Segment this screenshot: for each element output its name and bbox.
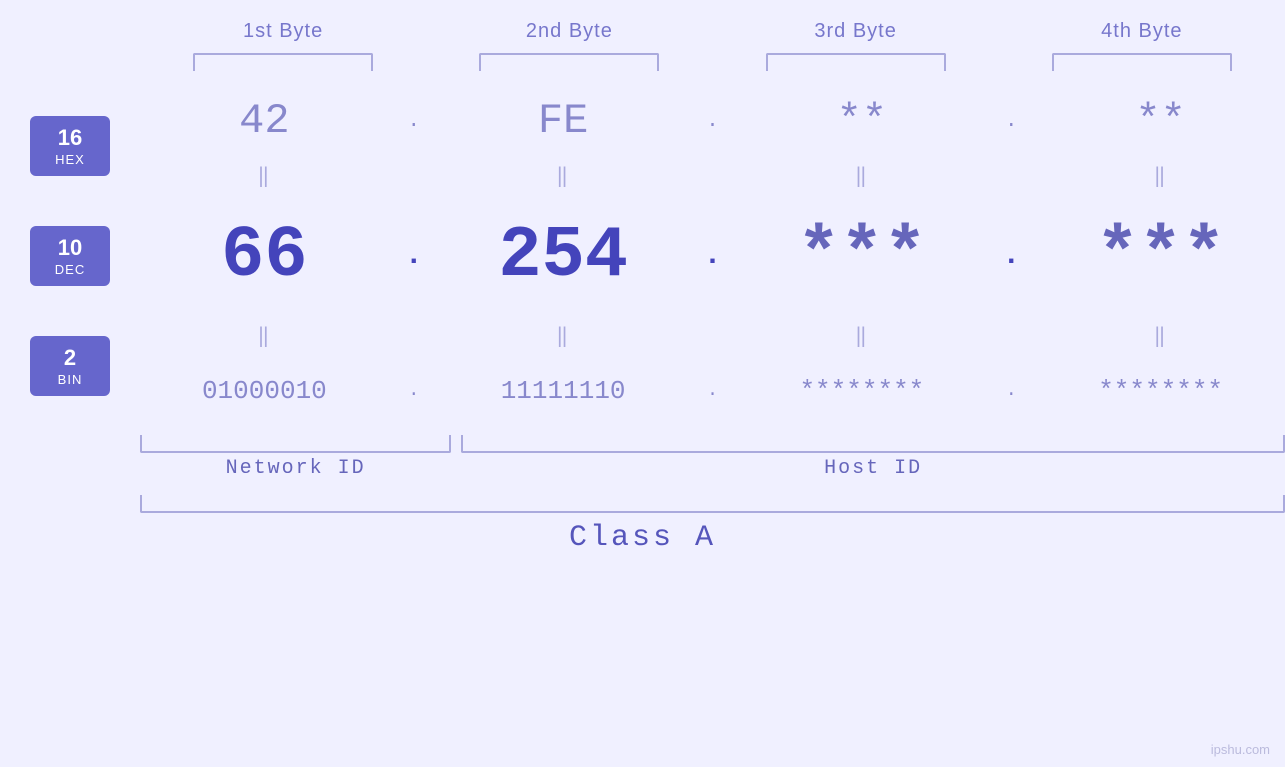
dec-dot-3: . xyxy=(986,239,1036,273)
bin-b2-cell: 11111110 xyxy=(439,376,688,406)
bin-badge: 2 BIN xyxy=(30,336,110,396)
network-id-label: Network ID xyxy=(140,457,451,480)
bin-dot-2: . xyxy=(688,381,738,401)
bracket-cell-4 xyxy=(999,53,1285,71)
bracket-cell-3 xyxy=(713,53,999,71)
hex-b4-cell: ** xyxy=(1036,97,1285,145)
eq1-b3: ‖ xyxy=(738,163,987,189)
bin-badge-label: BIN xyxy=(58,372,83,387)
bin-row: 01000010 . 11111110 . ******** . xyxy=(140,351,1285,431)
watermark: ipshu.com xyxy=(1211,742,1270,757)
dec-row: 66 . 254 . *** . *** xyxy=(140,191,1285,321)
byte2-header: 2nd Byte xyxy=(426,20,712,43)
byte-headers: 1st Byte 2nd Byte 3rd Byte 4th Byte xyxy=(0,20,1285,43)
rows-container: 42 . FE . ** . ** xyxy=(140,81,1285,431)
bottom-bracket-row xyxy=(0,435,1285,453)
dec-b2: 254 xyxy=(498,215,628,297)
dec-badge: 10 DEC xyxy=(30,226,110,286)
top-bracket-2 xyxy=(479,53,659,71)
eq2-b2: ‖ xyxy=(439,323,688,349)
eq2-b3: ‖ xyxy=(738,323,987,349)
bin-badge-number: 2 xyxy=(64,345,76,371)
bin-dot-3: . xyxy=(986,381,1036,401)
hex-badge-label: HEX xyxy=(55,152,85,167)
class-label: Class A xyxy=(0,521,1285,555)
dec-b4: *** xyxy=(1096,215,1226,297)
bin-b1-cell: 01000010 xyxy=(140,376,389,406)
byte4-header: 4th Byte xyxy=(999,20,1285,43)
labels-row: Network ID Host ID xyxy=(0,457,1285,480)
top-brackets xyxy=(0,53,1285,71)
hex-dot-3: . xyxy=(986,110,1036,133)
hex-row: 42 . FE . ** . ** xyxy=(140,81,1285,161)
dec-dot-2: . xyxy=(688,239,738,273)
hex-b2: FE xyxy=(538,97,588,145)
hex-b1-cell: 42 xyxy=(140,97,389,145)
bin-b3-cell: ******** xyxy=(738,376,987,406)
equals-row-2: ‖ ‖ ‖ ‖ xyxy=(140,321,1285,351)
host-id-label: Host ID xyxy=(461,457,1285,480)
dec-badge-label: DEC xyxy=(55,262,85,277)
top-bracket-3 xyxy=(766,53,946,71)
bin-b1: 01000010 xyxy=(202,376,327,406)
bin-b3: ******** xyxy=(799,376,924,406)
top-bracket-1 xyxy=(193,53,373,71)
main-container: 1st Byte 2nd Byte 3rd Byte 4th Byte 16 H… xyxy=(0,0,1285,767)
eq2-b4: ‖ xyxy=(1036,323,1285,349)
hex-b3-cell: ** xyxy=(738,97,987,145)
hex-b2-cell: FE xyxy=(439,97,688,145)
hex-dot-2: . xyxy=(688,110,738,133)
host-id-bracket xyxy=(461,435,1285,453)
bin-b4-cell: ******** xyxy=(1036,376,1285,406)
bracket-cell-2 xyxy=(426,53,712,71)
bracket-cell-1 xyxy=(140,53,426,71)
byte1-header: 1st Byte xyxy=(140,20,426,43)
dec-b3-cell: *** xyxy=(738,215,987,297)
eq1-b4: ‖ xyxy=(1036,163,1285,189)
content-area: 16 HEX 10 DEC 2 BIN 42 . xyxy=(0,81,1285,431)
eq2-b1: ‖ xyxy=(140,323,389,349)
bin-dot-1: . xyxy=(389,381,439,401)
dec-b3: *** xyxy=(797,215,927,297)
dec-b2-cell: 254 xyxy=(439,215,688,297)
eq1-b1: ‖ xyxy=(140,163,389,189)
dec-b1: 66 xyxy=(221,215,307,297)
class-bracket xyxy=(140,495,1285,513)
hex-badge: 16 HEX xyxy=(30,116,110,176)
network-id-bracket xyxy=(140,435,451,453)
dec-b4-cell: *** xyxy=(1036,215,1285,297)
top-bracket-4 xyxy=(1052,53,1232,71)
hex-dot-1: . xyxy=(389,110,439,133)
dec-b1-cell: 66 xyxy=(140,215,389,297)
hex-badge-number: 16 xyxy=(58,125,82,151)
eq1-b2: ‖ xyxy=(439,163,688,189)
hex-b1: 42 xyxy=(239,97,289,145)
bin-b2: 11111110 xyxy=(501,376,626,406)
bin-b4: ******** xyxy=(1098,376,1223,406)
dec-dot-1: . xyxy=(389,239,439,273)
hex-b4: ** xyxy=(1135,97,1185,145)
hex-b3: ** xyxy=(837,97,887,145)
dec-badge-number: 10 xyxy=(58,235,82,261)
equals-row-1: ‖ ‖ ‖ ‖ xyxy=(140,161,1285,191)
byte3-header: 3rd Byte xyxy=(713,20,999,43)
badges-column: 16 HEX 10 DEC 2 BIN xyxy=(0,81,140,431)
